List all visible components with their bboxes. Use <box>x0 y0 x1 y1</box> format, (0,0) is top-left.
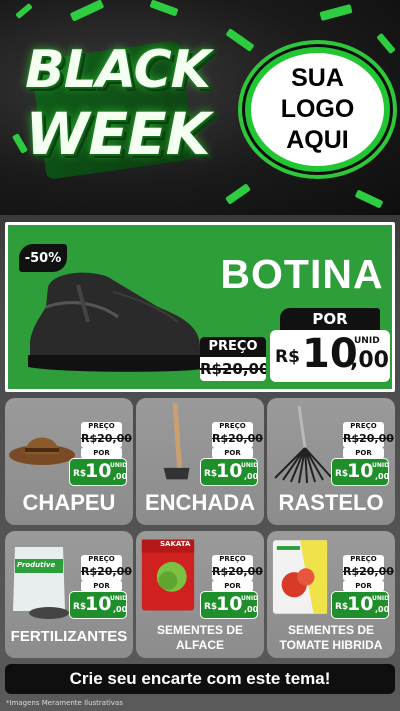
hero-unit: UNID <box>354 336 380 346</box>
price-int: 10 <box>347 593 374 615</box>
old-price-box: PREÇO R$20,00 <box>343 555 394 581</box>
fertilizer-bag-icon <box>13 547 69 619</box>
hero-old-price: R$20,00 <box>200 360 266 378</box>
old-price: R$20,00 <box>343 565 394 578</box>
product-name: ENCHADA <box>145 490 255 515</box>
product-name-line1: SEMENTES DE <box>156 623 243 637</box>
por-label: POR <box>212 448 253 458</box>
confetti <box>15 2 33 20</box>
hero-old-price-box: PREÇO R$20,00 <box>200 337 266 381</box>
por-label: POR <box>343 448 384 458</box>
confetti <box>69 0 105 22</box>
product-card-sementes-alface[interactable]: SAKATA PREÇO R$20,00 POR R$ 10 ,00 UNID … <box>136 531 264 658</box>
black-week-title-line1: BLACK <box>25 40 211 100</box>
por-label: POR <box>212 581 253 591</box>
old-price-box: PREÇO R$20,00 <box>212 422 263 448</box>
por-label: POR <box>81 448 122 458</box>
product-card-rastelo[interactable]: PREÇO R$20,00 POR R$ 10 ,00 UNID RASTELO <box>267 398 395 525</box>
price-int: 10 <box>85 460 112 482</box>
product-name-line1: SEMENTES DE <box>287 623 374 637</box>
store-logo-placeholder: SUA LOGO AQUI <box>245 47 390 172</box>
price-box: R$ 10 ,00 UNID <box>69 458 127 486</box>
price-int: 10 <box>347 460 374 482</box>
hero-por-label: POR <box>280 308 380 330</box>
unit: UNID <box>372 462 390 469</box>
old-price: R$20,00 <box>81 565 132 578</box>
product-card-enchada[interactable]: PREÇO R$20,00 POR R$ 10 ,00 UNID ENCHADA <box>136 398 264 525</box>
preco-label: PREÇO <box>219 422 246 430</box>
preco-label: PREÇO <box>219 555 246 563</box>
logo-text-line2: LOGO <box>280 95 355 123</box>
unit: UNID <box>110 462 128 469</box>
header-banner: BLACK WEEK SUA LOGO AQUI <box>0 0 400 215</box>
hero-currency: R$ <box>275 347 300 367</box>
hero-price-box: R$ 10 ,00 UNID <box>270 330 390 382</box>
logo-text-line1: SUA <box>291 64 344 92</box>
confetti <box>354 189 384 209</box>
price-box: R$ 10 ,00 UNID <box>69 591 127 619</box>
unit: UNID <box>372 595 390 602</box>
confetti <box>225 183 251 205</box>
price-cents: ,00 <box>113 472 128 481</box>
seed-brand-text: SAKATA <box>160 540 191 548</box>
old-price-box: PREÇO R$20,00 <box>212 555 263 581</box>
preco-label: PREÇO <box>88 422 115 430</box>
black-week-title-line2: WEEK <box>25 100 210 168</box>
unit: UNID <box>241 462 259 469</box>
preco-label: PREÇO <box>88 555 115 563</box>
hero-preco-label: PREÇO <box>200 337 266 357</box>
hat-icon <box>9 437 75 465</box>
price-cents: ,00 <box>244 472 259 481</box>
confetti <box>319 4 353 21</box>
bag-brand-text: Produtive <box>17 561 56 569</box>
price-box: R$ 10 ,00 UNID <box>200 591 258 619</box>
product-card-chapeu[interactable]: PREÇO R$20,00 POR R$ 10 ,00 UNID CHAPEU <box>5 398 133 525</box>
disclaimer-text: *Imagens Meramente Ilustrativas <box>6 699 123 707</box>
product-name-line2: TOMATE HIBRIDA <box>279 638 383 652</box>
por-label: POR <box>343 581 384 591</box>
price-box: R$ 10 ,00 UNID <box>331 591 389 619</box>
hoe-icon <box>163 402 190 480</box>
confetti <box>225 28 255 52</box>
seed-pack-icon <box>272 540 328 614</box>
product-card-sementes-tomate[interactable]: PREÇO R$20,00 POR R$ 10 ,00 UNID SEMENTE… <box>267 531 395 658</box>
black-week-logo: BLACK WEEK <box>10 22 225 182</box>
product-card-fertilizantes[interactable]: Produtive PREÇO R$20,00 POR R$ 10 ,00 UN… <box>5 531 133 658</box>
price-int: 10 <box>85 593 112 615</box>
product-name: CHAPEU <box>22 490 116 515</box>
hero-product-card[interactable]: -50% BOTINA POR PREÇO R$20,00 R$ 10 ,00 … <box>5 222 395 392</box>
old-price: R$20,00 <box>212 432 263 445</box>
confetti <box>149 0 179 17</box>
price-cents: ,00 <box>113 605 128 614</box>
preco-label: PREÇO <box>350 422 377 430</box>
old-price: R$20,00 <box>212 565 263 578</box>
por-label: POR <box>81 581 122 591</box>
product-name-line2: ALFACE <box>176 638 224 652</box>
old-price-box: PREÇO R$20,00 <box>81 422 132 448</box>
product-name: RASTELO <box>278 490 384 515</box>
unit: UNID <box>110 595 128 602</box>
unit: UNID <box>241 595 259 602</box>
price-cents: ,00 <box>375 472 390 481</box>
logo-text-line3: AQUI <box>286 126 349 154</box>
preco-label: PREÇO <box>350 555 377 563</box>
hero-price-cents: ,00 <box>350 348 389 373</box>
confetti <box>376 32 396 55</box>
price-box: R$ 10 ,00 UNID <box>331 458 389 486</box>
price-cents: ,00 <box>244 605 259 614</box>
hero-product-name: BOTINA <box>220 251 384 297</box>
price-cents: ,00 <box>375 605 390 614</box>
price-int: 10 <box>216 460 243 482</box>
old-price-box: PREÇO R$20,00 <box>343 422 394 448</box>
old-price: R$20,00 <box>81 432 132 445</box>
old-price-box: PREÇO R$20,00 <box>81 555 132 581</box>
cta-banner[interactable]: Crie seu encarte com este tema! <box>5 664 395 694</box>
price-box: R$ 10 ,00 UNID <box>200 458 258 486</box>
product-name: FERTILIZANTES <box>10 628 128 645</box>
price-int: 10 <box>216 593 243 615</box>
rake-icon <box>274 405 332 484</box>
old-price: R$20,00 <box>343 432 394 445</box>
discount-badge: -50% <box>19 244 67 272</box>
